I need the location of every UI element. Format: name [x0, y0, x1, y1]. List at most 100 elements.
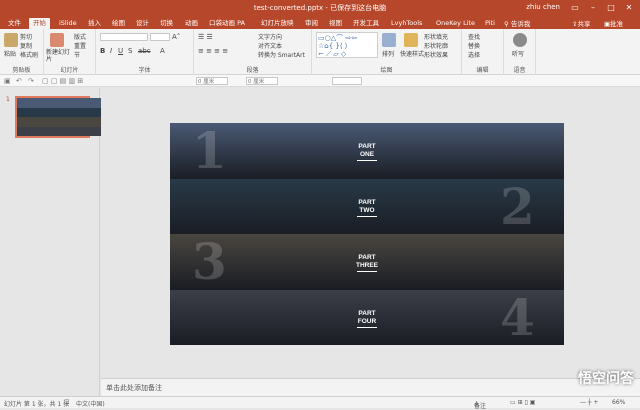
tab-pocket-animation[interactable]: 口袋动画 PA [205, 18, 249, 29]
slide-band-four[interactable]: 4 PART FOUR [170, 289, 564, 345]
close-icon[interactable]: ✕ [622, 2, 636, 14]
select-button[interactable]: 选择 [468, 50, 480, 59]
tab-transitions[interactable]: 切换 [156, 18, 177, 29]
section-button[interactable]: 节 [74, 50, 80, 59]
slides-group: 新建幻灯片 版式 重置 节 幻灯片 [44, 29, 96, 75]
slide-band-one[interactable]: 1 PART ONE [170, 123, 564, 179]
offset-field-2-value: 0 厘米 [248, 79, 265, 85]
band-label: PART FOUR [170, 310, 564, 328]
maximize-icon[interactable]: □ [604, 2, 618, 14]
tab-file[interactable]: 文件 [4, 18, 25, 29]
text-direction-button[interactable]: 文字方向 [258, 32, 282, 41]
paragraph-group-label: 段落 [246, 67, 259, 74]
arrange-icon[interactable] [382, 33, 396, 47]
font-grow-icon[interactable]: A˄ [172, 33, 180, 41]
align-text-button[interactable]: 对齐文本 [258, 41, 282, 50]
slide-editor: 1 PART ONE 2 PART TWO 3 PART THREE 4 PAR… [101, 88, 640, 378]
paste-button[interactable]: 粘贴 [4, 49, 16, 58]
voice-group: 听写 语音 [504, 29, 536, 75]
tab-home[interactable]: 开始 [29, 18, 50, 29]
toolbar-icons[interactable]: ▢ ▢ ▤ ▥ ⊞ [42, 77, 83, 85]
slide-thumbnail-1[interactable] [15, 96, 411, 138]
smartart-button[interactable]: 转换为 SmartArt [258, 50, 305, 59]
shape-effect-button[interactable]: 形状效果 [424, 50, 448, 59]
drawing-group: ▭○△⌒ ⇨⇦ ☆⌂{ }⟨ ⟩ ⌐ ⟋ ▱ ◇ 排列 快速样式 形状填充 形状轮廓… [312, 29, 462, 75]
minimize-icon[interactable]: – [586, 2, 600, 14]
microphone-icon[interactable] [513, 33, 527, 47]
zoom-slider[interactable]: — ┼ + [580, 399, 598, 406]
tab-insert[interactable]: 插入 [84, 18, 105, 29]
tab-lvyhtools[interactable]: LvyhTools [387, 18, 426, 29]
shapes-gallery[interactable]: ▭○△⌒ ⇨⇦ ☆⌂{ }⟨ ⟩ ⌐ ⟋ ▱ ◇ [316, 32, 378, 58]
format-painter-button[interactable]: 格式刷 [20, 50, 38, 59]
zoom-level[interactable]: 66% [612, 399, 625, 406]
tab-islide[interactable]: iSlide [55, 18, 81, 29]
save-icon[interactable]: ▣ [4, 77, 11, 85]
undo-icon[interactable]: ↶ [16, 77, 22, 85]
paragraph-group: ☰ ☰ ≡ ≡ ≡ ≡ 文字方向 对齐文本 转换为 SmartArt 段落 [194, 29, 312, 75]
copy-button[interactable]: 复制 [20, 41, 32, 50]
font-group-label: 字体 [138, 67, 151, 74]
arrange-button[interactable]: 排列 [382, 49, 394, 58]
slides-group-label: 幻灯片 [60, 67, 79, 74]
tab-onekey-lite[interactable]: OneKey Lite [432, 18, 479, 29]
tab-piti[interactable]: Piti [481, 18, 499, 29]
paste-icon[interactable] [4, 33, 18, 47]
share-button[interactable]: ⇪共享 [572, 18, 590, 28]
dictate-button[interactable]: 听写 [512, 49, 524, 58]
tab-animations[interactable]: 动画 [181, 18, 202, 29]
shape-fill-button[interactable]: 形状填充 [424, 32, 448, 41]
tab-developer[interactable]: 开发工具 [349, 18, 383, 29]
bullets-icon[interactable]: ☰ ☰ [198, 33, 213, 41]
bold-icon[interactable]: B [100, 47, 105, 55]
status-bar: 幻灯片 第 1 张，共 1 张 ☐ 中文(中国) ≙ 备注 ▭ ⊞ ▯ ▣ — … [0, 396, 640, 410]
tab-view[interactable]: 视图 [325, 18, 346, 29]
slide-band-three[interactable]: 3 PART THREE [170, 234, 564, 290]
font-color-icon[interactable]: A [160, 47, 165, 55]
notes-pane[interactable]: 单击此处添加备注 [101, 378, 640, 396]
replace-button[interactable]: 替换 [468, 41, 480, 50]
tab-design[interactable]: 设计 [132, 18, 153, 29]
editing-group-label: 编辑 [476, 67, 489, 74]
underline-icon[interactable]: U [118, 47, 123, 55]
cut-button[interactable]: 剪切 [20, 32, 32, 41]
slide-band-two[interactable]: 2 PART TWO [170, 178, 564, 234]
align-icons[interactable]: ≡ ≡ ≡ ≡ [198, 47, 228, 55]
spellcheck-icon[interactable]: ☐ [64, 399, 69, 406]
slide-canvas[interactable]: 1 PART ONE 2 PART TWO 3 PART THREE 4 PAR… [170, 123, 564, 345]
editing-group: 查找 替换 选择 编辑 [462, 29, 504, 75]
font-name-combo[interactable] [100, 33, 148, 41]
slide-thumbnail-pane: 1 [0, 88, 411, 396]
band-label: PART THREE [170, 254, 564, 272]
font-group: A˄ B I U S abc A 字体 [96, 29, 194, 75]
tell-me-search[interactable]: ⚲ 告诉我 [504, 18, 530, 28]
user-name[interactable]: zhiu chen [526, 3, 560, 11]
reset-button[interactable]: 重置 [74, 41, 86, 50]
notes-placeholder: 单击此处添加备注 [106, 384, 162, 392]
italic-icon[interactable]: I [110, 47, 112, 55]
font-size-combo[interactable] [150, 33, 170, 41]
tab-draw[interactable]: 绘图 [108, 18, 129, 29]
shadow-icon[interactable]: S [128, 47, 132, 55]
new-slide-icon[interactable] [50, 33, 64, 47]
offset-field-1-value: 0 厘米 [198, 79, 215, 85]
new-slide-button[interactable]: 新建幻灯片 [46, 49, 70, 63]
approve-button[interactable]: ▣批准 [604, 18, 623, 28]
clipboard-group-label: 剪贴板 [12, 67, 31, 74]
layout-button[interactable]: 版式 [74, 32, 86, 41]
toolbar-dropdown[interactable] [332, 77, 362, 85]
shape-outline-button[interactable]: 形状轮廓 [424, 41, 448, 50]
find-button[interactable]: 查找 [468, 32, 480, 41]
ribbon-tabs: 文件 开始 iSlide 插入 绘图 设计 切换 动画 口袋动画 PA 幻灯片放… [0, 17, 640, 29]
ribbon-display-icon[interactable]: ▭ [568, 2, 582, 14]
view-buttons[interactable]: ▭ ⊞ ▯ ▣ [510, 399, 535, 406]
strikethrough-icon[interactable]: abc [138, 47, 151, 55]
tab-review[interactable]: 审阅 [301, 18, 322, 29]
band-label: PART TWO [170, 199, 564, 217]
quick-styles-icon[interactable] [404, 33, 418, 47]
language-indicator[interactable]: 中文(中国) [76, 399, 105, 408]
tab-slideshow[interactable]: 幻灯片放映 [257, 18, 298, 29]
redo-icon[interactable]: ↷ [28, 77, 34, 85]
quick-styles-button[interactable]: 快速样式 [400, 49, 424, 58]
voice-group-label: 语音 [513, 67, 526, 74]
